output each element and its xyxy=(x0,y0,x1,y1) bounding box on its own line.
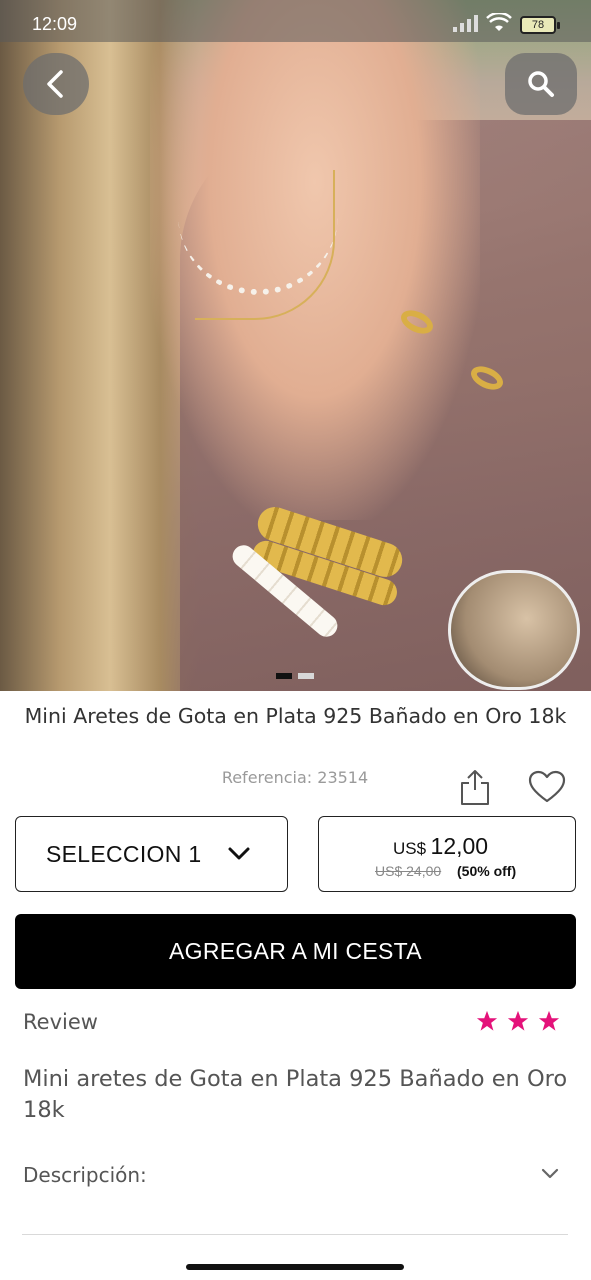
price-box: US$ 12,00 US$ 24,00 (50% off) xyxy=(318,816,576,892)
divider xyxy=(22,1234,568,1235)
chevron-down-icon xyxy=(228,847,250,860)
star-icon xyxy=(507,1010,529,1031)
review-heading: Review xyxy=(23,1010,98,1034)
back-button[interactable] xyxy=(23,53,89,115)
status-bar: 12:09 78 xyxy=(0,0,591,42)
description-toggle-label[interactable]: Descripción: xyxy=(23,1163,147,1187)
carousel-dot-active[interactable] xyxy=(276,673,292,679)
star-icon xyxy=(538,1010,560,1031)
heart-icon[interactable] xyxy=(528,770,566,804)
variant-select[interactable]: SELECCION 1 xyxy=(15,816,288,892)
search-button[interactable] xyxy=(505,53,577,115)
discount-label: (50% off) xyxy=(457,863,517,879)
home-indicator xyxy=(186,1264,404,1270)
share-icon[interactable] xyxy=(458,768,492,806)
status-time: 12:09 xyxy=(32,14,78,34)
rating-stars xyxy=(476,1010,560,1032)
star-icon xyxy=(476,1010,498,1031)
search-icon xyxy=(528,71,554,97)
add-to-cart-button[interactable]: AGREGAR A MI CESTA xyxy=(15,914,576,989)
price-amount: 12,00 xyxy=(430,833,489,859)
signal-icon xyxy=(453,15,478,32)
carousel-dot[interactable] xyxy=(298,673,314,679)
current-price: US$ 12,00 xyxy=(393,833,488,860)
price-currency: US$ xyxy=(393,839,427,858)
wifi-icon xyxy=(486,13,512,31)
carousel-indicator xyxy=(276,673,314,679)
product-image-carousel[interactable] xyxy=(0,0,591,691)
back-icon xyxy=(47,70,63,98)
detail-inset-image xyxy=(448,570,580,690)
battery-level: 78 xyxy=(531,19,545,31)
review-text: Mini aretes de Gota en Plata 925 Bañado … xyxy=(23,1066,568,1123)
chevron-down-icon[interactable] xyxy=(540,1166,560,1182)
product-title: Mini Aretes de Gota en Plata 925 Bañado … xyxy=(24,704,567,728)
variant-selected-value: SELECCION 1 xyxy=(46,840,202,867)
product-reference: Referencia: 23514 xyxy=(221,768,369,787)
battery-icon: 78 xyxy=(520,16,560,34)
original-price: US$ 24,00 xyxy=(375,863,442,879)
